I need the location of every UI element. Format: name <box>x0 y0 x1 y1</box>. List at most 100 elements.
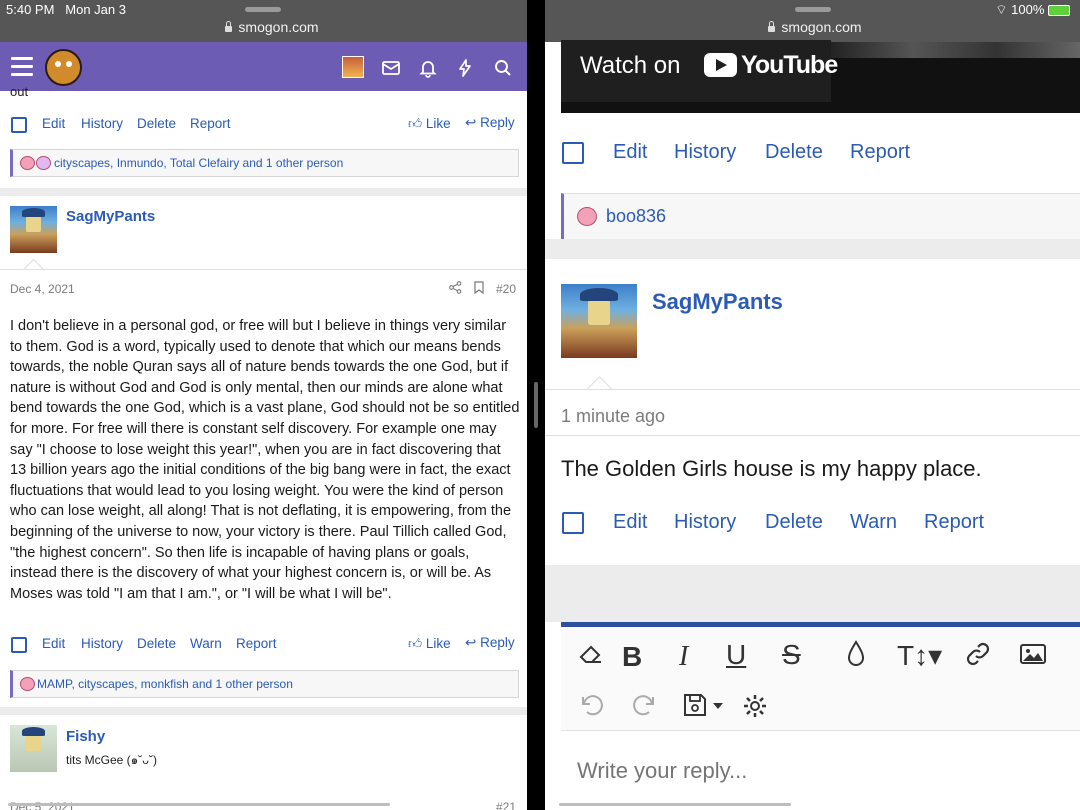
undo-icon[interactable] <box>577 691 605 719</box>
post-body: I don't believe in a personal god, or fr… <box>10 318 520 602</box>
youtube-play-icon <box>704 53 737 77</box>
reaction-summary[interactable]: boo836 <box>561 193 1080 241</box>
hamburger-menu-icon[interactable] <box>11 57 33 81</box>
share-icon[interactable] <box>449 281 462 294</box>
user-avatar[interactable] <box>342 56 364 78</box>
post-username[interactable]: SagMyPants <box>66 208 155 225</box>
bookmark-icon[interactable] <box>474 281 484 294</box>
reply-arrow-icon: ↩︎ <box>465 635 477 650</box>
italic-icon[interactable]: I <box>679 641 688 673</box>
post-actions: Edit History Delete Warn Report 👍︎ Like … <box>0 630 527 654</box>
reaction-summary[interactable]: MAMP, cityscapes, monkfish and 1 other p… <box>10 670 519 698</box>
edit-link[interactable]: Edit <box>42 116 65 131</box>
user-tagline: tits McGee (๑˘ᴗ˘) <box>66 753 157 767</box>
battery-icon <box>1048 5 1070 17</box>
post-username[interactable]: SagMyPants <box>652 289 783 315</box>
select-post-checkbox[interactable] <box>11 637 27 653</box>
editor-toolbar: B I U S T↕▾ <box>561 627 1080 731</box>
reply-arrow-icon: ↩︎ <box>465 115 477 130</box>
eraser-icon[interactable] <box>577 639 605 667</box>
inbox-icon[interactable] <box>381 58 401 78</box>
strikethrough-icon[interactable]: S <box>782 639 801 671</box>
history-link[interactable]: History <box>81 116 123 131</box>
horizontal-scrollbar[interactable] <box>559 803 791 806</box>
post-actions: Edit History Delete Warn Report <box>545 500 1080 540</box>
link-icon[interactable] <box>964 641 992 667</box>
reply-button[interactable]: ↩︎ Reply <box>465 635 515 651</box>
divider <box>545 389 1080 390</box>
image-icon[interactable] <box>1019 642 1047 666</box>
post-time[interactable]: 1 minute ago <box>561 406 665 427</box>
left-url-field[interactable]: smogon.com <box>222 19 322 35</box>
right-url-field[interactable]: smogon.com <box>765 19 865 35</box>
site-navbar <box>0 42 527 91</box>
report-link[interactable]: Report <box>850 141 910 164</box>
like-button[interactable]: 👍︎ Like <box>408 115 451 132</box>
youtube-embed[interactable]: Watch on YouTube <box>561 40 1080 113</box>
post-body: The Golden Girls house is my happy place… <box>561 456 982 481</box>
like-button[interactable]: 👍︎ Like <box>408 635 451 652</box>
divider <box>545 435 1080 436</box>
post-number[interactable]: #20 <box>496 282 516 296</box>
bell-icon[interactable] <box>418 58 438 78</box>
report-link[interactable]: Report <box>236 636 277 651</box>
battery-status: ⌔ 100% <box>995 2 1070 18</box>
edit-link[interactable]: Edit <box>613 511 647 534</box>
report-link[interactable]: Report <box>924 511 984 534</box>
delete-link[interactable]: Delete <box>137 116 176 131</box>
user-avatar[interactable] <box>561 284 637 358</box>
divider <box>0 269 527 270</box>
watch-on-youtube-button[interactable]: Watch on YouTube <box>561 40 838 102</box>
delete-link[interactable]: Delete <box>137 636 176 651</box>
reply-input[interactable] <box>561 731 1080 810</box>
horizontal-scrollbar[interactable] <box>8 803 390 806</box>
text-color-drop-icon[interactable] <box>845 640 867 668</box>
reply-area-background <box>545 565 1080 622</box>
edit-link[interactable]: Edit <box>613 141 647 164</box>
delete-link[interactable]: Delete <box>765 511 823 534</box>
reply-editor: B I U S T↕▾ <box>561 622 1080 810</box>
history-link[interactable]: History <box>674 511 736 534</box>
search-icon[interactable] <box>493 58 513 78</box>
smogon-logo[interactable] <box>45 49 82 86</box>
user-avatar[interactable] <box>10 206 57 253</box>
report-link[interactable]: Report <box>190 116 231 131</box>
thumbs-up-icon: 👍︎ <box>408 116 423 131</box>
edit-link[interactable]: Edit <box>42 636 65 651</box>
font-size-icon[interactable]: T↕▾ <box>897 639 942 672</box>
reply-button[interactable]: ↩︎ Reply <box>465 115 515 131</box>
video-thumbnail <box>830 42 1080 58</box>
love-reaction-icon <box>20 156 35 170</box>
history-link[interactable]: History <box>81 636 123 651</box>
multitasking-grabber[interactable] <box>795 7 831 12</box>
warn-link[interactable]: Warn <box>850 511 897 534</box>
reaction-summary[interactable]: cityscapes, Inmundo, Total Clefairy and … <box>10 149 519 177</box>
save-draft-icon[interactable] <box>683 693 727 719</box>
user-avatar[interactable] <box>10 725 57 772</box>
left-browser-pane: 5:40 PM Mon Jan 3 smogon.com out Edit Hi… <box>0 0 527 810</box>
split-view-handle[interactable] <box>534 382 538 428</box>
lightning-icon[interactable] <box>455 58 475 78</box>
thumbs-up-icon: 👍︎ <box>408 636 423 651</box>
post-number[interactable]: #21 <box>496 800 516 810</box>
history-link[interactable]: History <box>674 141 736 164</box>
post-username[interactable]: Fishy <box>66 728 105 745</box>
split-view-divider[interactable] <box>527 0 545 810</box>
multitasking-grabber[interactable] <box>245 7 281 12</box>
settings-gear-icon[interactable] <box>741 692 769 720</box>
post-actions: Edit History Delete Report <box>545 130 1080 170</box>
post-card: out Edit History Delete Report 👍︎ Like ↩… <box>0 84 527 188</box>
select-post-checkbox[interactable] <box>11 117 27 133</box>
underline-icon[interactable]: U <box>726 639 746 671</box>
post-date[interactable]: Dec 4, 2021 <box>10 282 75 296</box>
bold-icon[interactable]: B <box>622 641 642 673</box>
post-separator <box>545 239 1080 259</box>
delete-link[interactable]: Delete <box>765 141 823 164</box>
left-status-url-bar: 5:40 PM Mon Jan 3 smogon.com <box>0 0 527 42</box>
redo-icon[interactable] <box>631 691 659 719</box>
select-post-checkbox[interactable] <box>562 142 584 164</box>
select-post-checkbox[interactable] <box>562 512 584 534</box>
youtube-logo-text: YouTube <box>741 51 838 79</box>
warn-link[interactable]: Warn <box>190 636 222 651</box>
lock-icon <box>768 21 776 32</box>
